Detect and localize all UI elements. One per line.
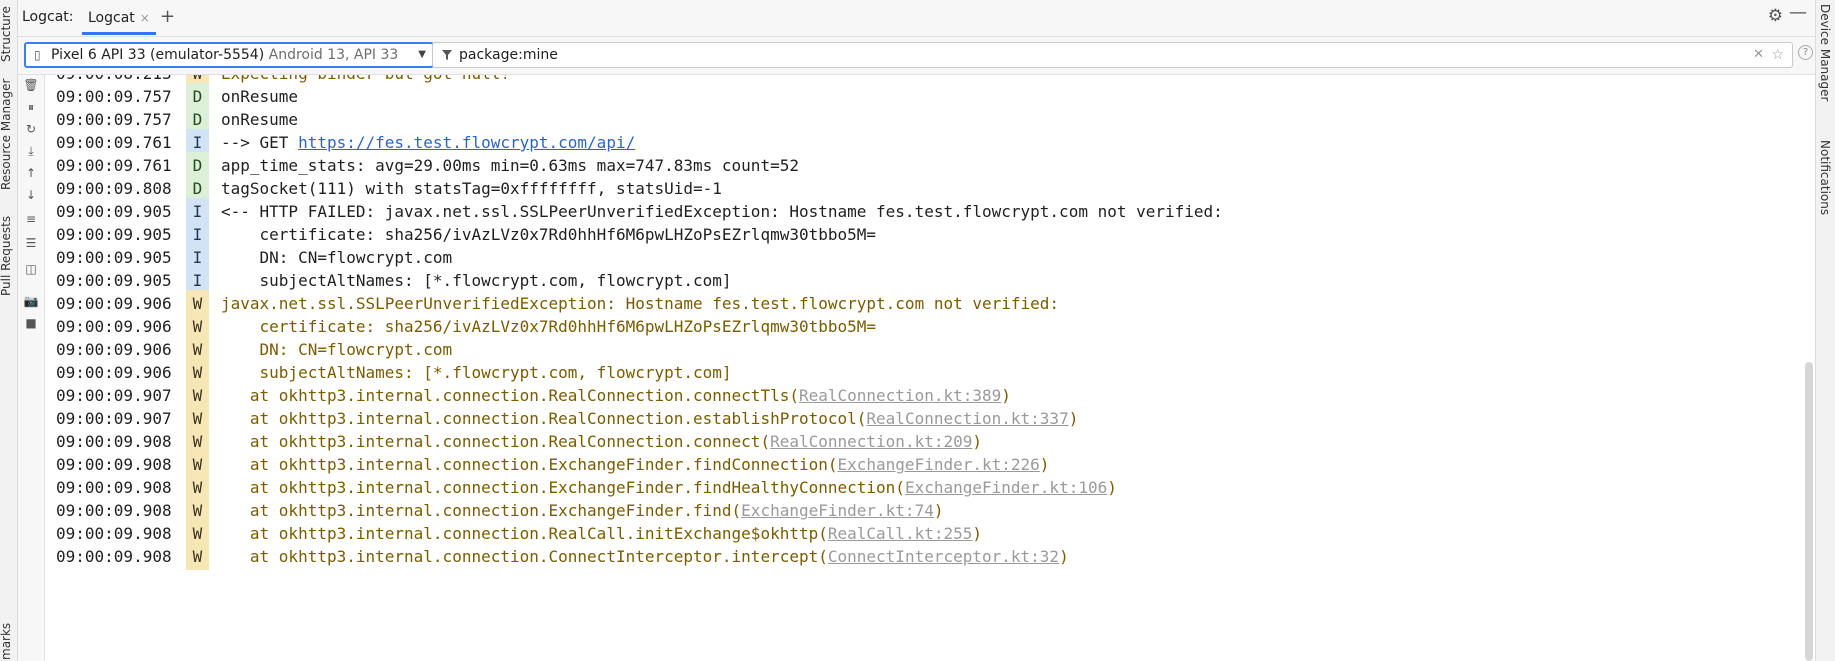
log-message-text: subjectAltNames: [*.flowcrypt.com, flowc… — [221, 363, 732, 382]
help-icon[interactable]: ? — [1798, 45, 1813, 60]
notifications-tab[interactable]: Notifications — [1818, 140, 1832, 215]
clear-filter-icon[interactable]: ✕ — [1753, 43, 1764, 67]
device-manager-tab[interactable]: Device Manager — [1818, 4, 1832, 101]
gear-icon[interactable]: ⚙ — [1768, 6, 1783, 26]
logcat-side-toolbar: 🗑 ⏸ ↻ ⤓ ↑ ↓ ≡ ☰ ◫ 📷 ■ — [18, 75, 45, 661]
log-message-text: at okhttp3.internal.connection.ExchangeF… — [221, 455, 838, 474]
logcat-toolbar: ▯ Pixel 6 API 33 (emulator-5554) Android… — [18, 37, 1815, 75]
soft-wrap-icon[interactable]: ≡ — [22, 212, 40, 226]
source-link[interactable]: RealConnection.kt:389 — [799, 386, 1001, 405]
log-message-text: javax.net.ssl.SSLPeerUnverifiedException… — [221, 294, 1060, 313]
right-tool-strip: Device Manager Notifications — [1815, 0, 1835, 661]
source-link[interactable]: ExchangeFinder.kt:226 — [838, 455, 1040, 474]
source-link[interactable]: ExchangeFinder.kt:74 — [741, 501, 934, 520]
tab-logcat[interactable]: Logcat × — [82, 4, 156, 35]
bookmarks-tab[interactable]: marks — [0, 623, 13, 660]
log-message-text: DN: CN=flowcrypt.com — [221, 248, 453, 267]
log-level-badge: W — [186, 543, 209, 570]
log-message-suffix: ) — [1039, 455, 1050, 474]
screenshot-icon[interactable]: 📷 — [22, 294, 40, 308]
filter-icon — [441, 43, 453, 67]
log-message-text: at okhttp3.internal.connection.RealConne… — [221, 409, 867, 428]
log-message-suffix: ) — [1001, 386, 1011, 405]
scroll-to-end-icon[interactable]: ⤓ — [22, 144, 40, 159]
up-arrow-icon[interactable]: ↑ — [22, 166, 40, 180]
format-icon[interactable]: ☰ — [22, 236, 40, 250]
left-tool-strip: Structure Resource Manager Pull Requests… — [0, 0, 18, 661]
log-message-text: --> GET — [221, 133, 299, 152]
trash-icon[interactable]: 🗑 — [22, 78, 40, 92]
structure-tab[interactable]: Structure — [0, 6, 13, 62]
log-message-suffix: ) — [1059, 547, 1069, 566]
pull-requests-tab[interactable]: Pull Requests — [0, 216, 13, 296]
log-message-text: app_time_stats: avg=29.00ms min=0.63ms m… — [221, 156, 799, 175]
source-link[interactable]: ExchangeFinder.kt:106 — [905, 478, 1107, 497]
log-timestamp: 09:00:09.908 — [56, 547, 172, 566]
device-api: Android 13, API 33 — [264, 47, 399, 63]
log-url-link[interactable]: https://fes.test.flowcrypt.com/api/ — [298, 133, 635, 152]
device-name: Pixel 6 API 33 (emulator-5554) — [51, 47, 265, 63]
close-icon[interactable]: × — [140, 11, 150, 25]
log-message-text: at okhttp3.internal.connection.ExchangeF… — [221, 501, 742, 520]
panel-title: Logcat: — [22, 9, 74, 25]
vertical-scrollbar[interactable] — [1805, 362, 1813, 661]
add-tab-icon[interactable]: + — [160, 6, 175, 27]
log-message-text: tagSocket(111) with statsTag=0xffffffff,… — [221, 179, 722, 198]
log-message-suffix: ) — [972, 432, 983, 451]
favorite-filter-icon[interactable]: ☆ — [1771, 43, 1784, 67]
minimize-icon[interactable]: — — [1789, 2, 1807, 23]
log-message-text: <-- HTTP FAILED: javax.net.ssl.SSLPeerUn… — [221, 202, 1223, 221]
log-message-text: subjectAltNames: [*.flowcrypt.com, flowc… — [221, 271, 732, 290]
chevron-down-icon: ▼ — [418, 49, 426, 60]
source-link[interactable]: RealConnection.kt:209 — [770, 432, 972, 451]
log-message-text: at okhttp3.internal.connection.ConnectIn… — [221, 547, 828, 566]
filter-field[interactable]: ✕ ☆ — [432, 42, 1793, 68]
log-message-suffix: ) — [972, 524, 983, 543]
log-message-text: at okhttp3.internal.connection.ExchangeF… — [221, 478, 905, 497]
log-message-text: at okhttp3.internal.connection.RealConne… — [221, 386, 799, 405]
source-link[interactable]: RealCall.kt:255 — [828, 524, 973, 543]
log-message-suffix: ) — [933, 501, 944, 520]
phone-icon: ▯ — [34, 48, 41, 62]
record-icon[interactable]: ■ — [22, 316, 40, 330]
log-message-text: certificate: sha256/ivAzLVz0x7Rd0hhHf6M6… — [221, 317, 877, 336]
source-link[interactable]: RealConnection.kt:337 — [866, 409, 1068, 428]
log-row: 09:00:09.908 W at okhttp3.internal.connec… — [46, 543, 1815, 570]
log-message-suffix: ) — [1068, 409, 1079, 428]
log-message-text: onResume — [221, 110, 299, 129]
log-message: at okhttp3.internal.connection.ConnectIn… — [221, 543, 1069, 570]
log-message-text: certificate: sha256/ivAzLVz0x7Rd0hhHf6M6… — [221, 225, 877, 244]
log-message-text: at okhttp3.internal.connection.RealCall.… — [221, 524, 828, 543]
log-message-text: at okhttp3.internal.connection.RealConne… — [221, 432, 771, 451]
resource-manager-tab[interactable]: Resource Manager — [0, 79, 13, 190]
tab-label: Logcat — [88, 10, 135, 26]
logcat-header: Logcat: Logcat × + ⚙ — — [18, 0, 1815, 37]
log-message-text: DN: CN=flowcrypt.com — [221, 340, 453, 359]
log-message-text: onResume — [221, 87, 299, 106]
split-panels-icon[interactable]: ◫ — [22, 262, 40, 276]
device-selector[interactable]: ▯ Pixel 6 API 33 (emulator-5554) Android… — [24, 42, 434, 68]
log-message-suffix: ) — [1107, 478, 1117, 497]
source-link[interactable]: ConnectInterceptor.kt:32 — [828, 547, 1059, 566]
down-arrow-icon[interactable]: ↓ — [22, 188, 40, 202]
restart-icon[interactable]: ↻ — [22, 122, 40, 136]
pause-icon[interactable]: ⏸ — [22, 100, 40, 115]
log-output[interactable]: 09:00:08.213WExpecting binder but got nu… — [46, 75, 1815, 661]
log-message-text: Expecting binder but got null! — [221, 75, 510, 83]
filter-input[interactable] — [459, 45, 1459, 65]
